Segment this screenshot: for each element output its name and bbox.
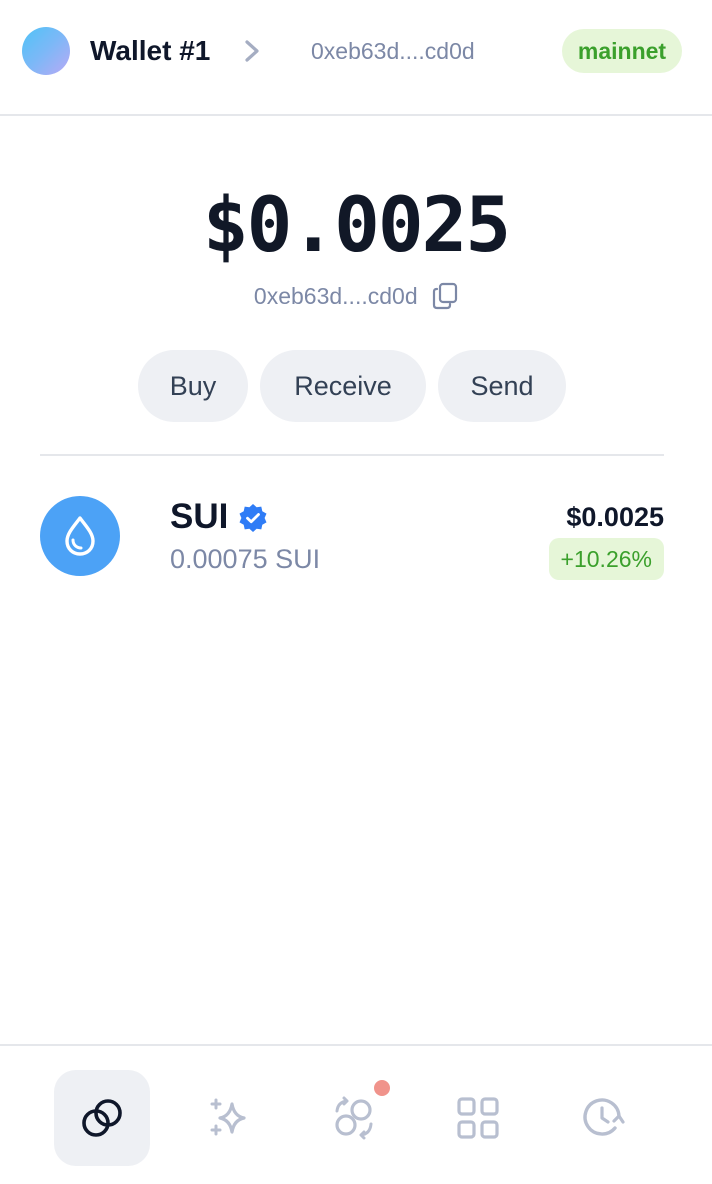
wallet-name[interactable]: Wallet #1 xyxy=(90,33,210,69)
send-button[interactable]: Send xyxy=(438,350,566,422)
chevron-right-icon[interactable] xyxy=(240,35,264,67)
history-icon xyxy=(583,1098,625,1136)
nav-tab-explore[interactable] xyxy=(180,1070,276,1166)
token-amount: 0.00075 SUI xyxy=(170,544,321,574)
divider xyxy=(40,454,664,456)
apps-grid-icon xyxy=(457,1097,499,1139)
header-address[interactable]: 0xeb63d....cd0d xyxy=(311,36,475,66)
bottom-nav xyxy=(0,1044,712,1184)
wallet-address[interactable]: 0xeb63d....cd0d xyxy=(254,280,418,312)
nav-tab-history[interactable] xyxy=(555,1070,651,1166)
wallet-avatar[interactable] xyxy=(22,27,70,75)
copy-icon[interactable] xyxy=(432,282,458,310)
sui-drop-icon xyxy=(40,496,120,576)
address-row: 0xeb63d....cd0d xyxy=(0,280,712,312)
nav-tab-apps[interactable] xyxy=(430,1070,526,1166)
app-header: Wallet #1 0xeb63d....cd0d mainnet xyxy=(0,0,712,116)
verified-badge-icon xyxy=(239,504,267,532)
swap-icon xyxy=(335,1096,373,1140)
network-badge[interactable]: mainnet xyxy=(562,29,682,73)
token-row-sui[interactable]: SUI 0.00075 SUI $0.0025 +10.26% xyxy=(40,494,664,580)
nav-tab-coins[interactable] xyxy=(54,1070,150,1166)
action-buttons: Buy Receive Send xyxy=(0,350,712,422)
total-balance: $0.0025 xyxy=(202,180,511,269)
coins-icon xyxy=(82,1099,122,1137)
receive-button[interactable]: Receive xyxy=(260,350,426,422)
notification-dot xyxy=(374,1080,390,1096)
token-price-change: +10.26% xyxy=(548,538,664,580)
token-usd-value: $0.0025 xyxy=(566,502,664,532)
sparkles-icon xyxy=(210,1098,246,1136)
token-symbol: SUI xyxy=(170,497,229,536)
nav-tab-swap[interactable] xyxy=(306,1070,402,1166)
buy-button[interactable]: Buy xyxy=(138,350,248,422)
